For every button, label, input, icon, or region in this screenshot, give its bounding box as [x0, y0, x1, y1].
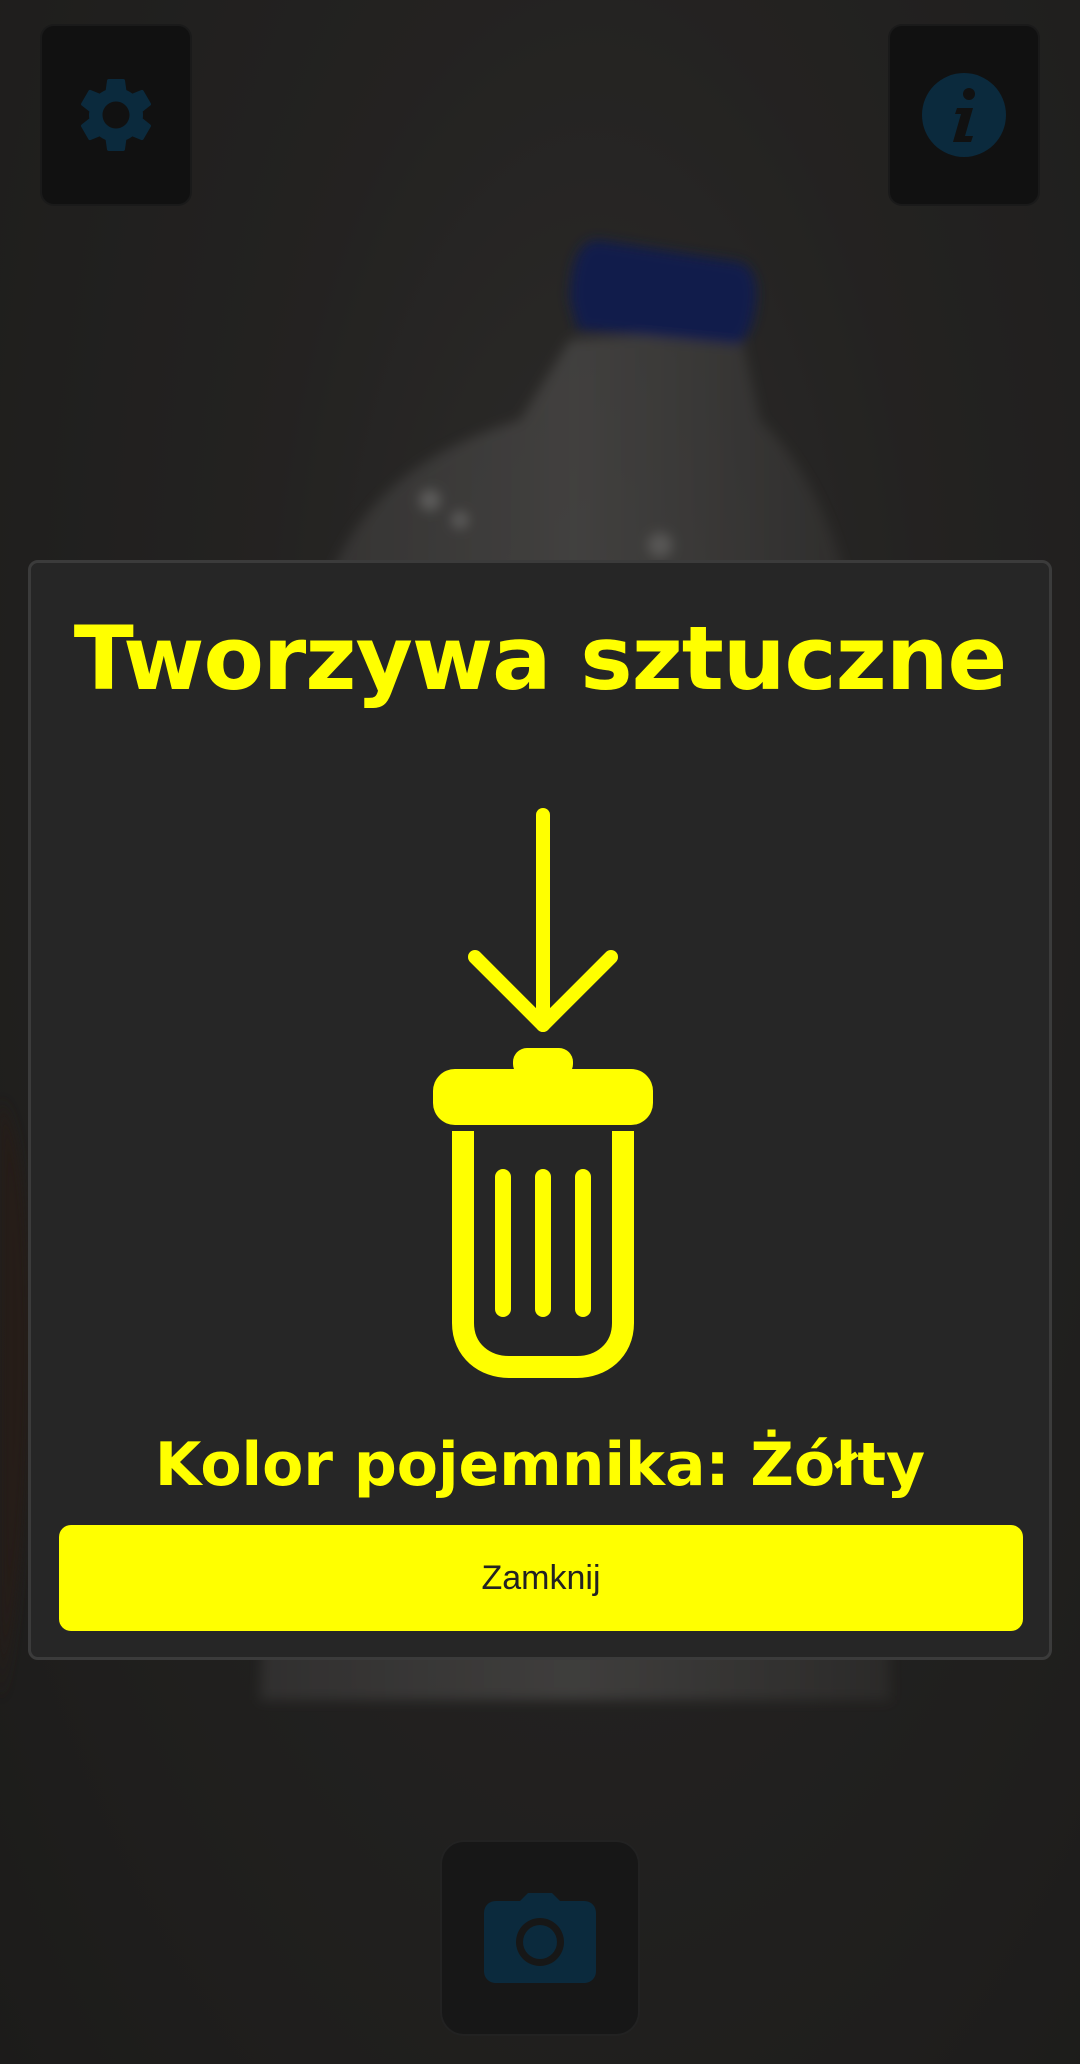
- camera-icon: [484, 1893, 596, 1983]
- result-dialog: Tworzywa sztuczne Kolor pojemnika: Żółty…: [28, 560, 1052, 1660]
- info-button[interactable]: [890, 26, 1038, 204]
- trash-bin-with-arrow-icon: [433, 808, 653, 1378]
- bin-color-label: Kolor pojemnika: Żółty: [154, 1430, 926, 1500]
- capture-button[interactable]: [442, 1842, 638, 2034]
- gear-icon: [80, 78, 152, 151]
- close-button[interactable]: Zamknij: [59, 1525, 1023, 1631]
- info-icon: [922, 73, 1006, 157]
- settings-button[interactable]: [42, 26, 190, 204]
- dialog-title: Tworzywa sztuczne: [73, 607, 1007, 710]
- app-screen: Tworzywa sztuczne Kolor pojemnika: Żółty…: [0, 0, 1080, 2064]
- arrow-down-icon: [468, 808, 618, 1032]
